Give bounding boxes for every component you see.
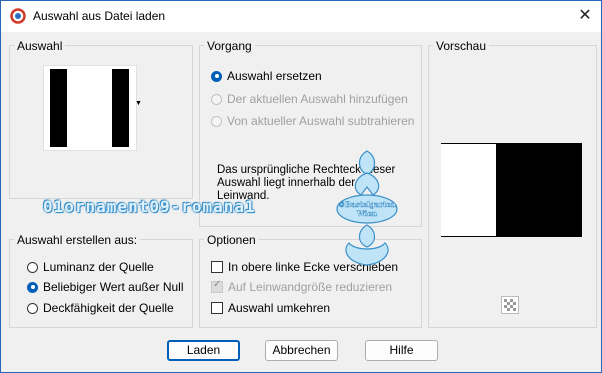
selection-thumbnail[interactable] — [43, 65, 137, 151]
optionen-group-label: Optionen — [204, 233, 259, 247]
auswahl-group: Auswahl ▼ — [9, 39, 193, 199]
check-move-top-left-box[interactable] — [211, 261, 223, 273]
radio-opacity-label: Deckfähigkeit der Quelle — [43, 301, 174, 315]
window-title: Auswahl aus Datei laden — [33, 9, 166, 23]
close-icon[interactable]: ✕ — [573, 4, 597, 28]
radio-luminance-label: Luminanz der Quelle — [43, 260, 154, 274]
check-reduce-canvas-box[interactable] — [211, 279, 223, 293]
radio-subtract-selection[interactable]: Von aktueller Auswahl subtrahieren — [211, 112, 414, 130]
radio-nonzero-indicator[interactable] — [27, 281, 38, 293]
radio-replace-indicator[interactable] — [211, 70, 222, 82]
radio-add-selection[interactable]: Der aktuellen Auswahl hinzufügen — [211, 90, 408, 108]
check-reduce-canvas-label: Auf Leinwandgröße reduzieren — [228, 280, 393, 294]
radio-opacity[interactable]: Deckfähigkeit der Quelle — [27, 299, 174, 317]
preview-canvas — [441, 143, 582, 237]
check-invert-box[interactable] — [211, 302, 223, 314]
app-logo-icon — [10, 8, 26, 24]
radio-nonzero[interactable]: Beliebiger Wert außer Null — [27, 278, 184, 296]
dialog-window: Auswahl aus Datei laden ✕ Auswahl ▼ Vorg… — [0, 0, 602, 373]
thumbnail-dropdown-arrow-icon[interactable]: ▼ — [135, 100, 143, 107]
radio-opacity-indicator[interactable] — [27, 302, 38, 314]
thumbnail-bar-right — [112, 69, 129, 147]
auswahl-group-label: Auswahl — [14, 39, 66, 53]
radio-subtract-label: Von aktueller Auswahl subtrahieren — [227, 114, 415, 128]
vorgang-group-label: Vorgang — [204, 39, 255, 53]
help-button[interactable]: Hilfe — [365, 340, 438, 361]
erstellen-group: Auswahl erstellen aus: Luminanz der Quel… — [9, 233, 193, 328]
title-bar: Auswahl aus Datei laden ✕ — [1, 1, 601, 32]
radio-subtract-indicator[interactable] — [211, 115, 222, 127]
watermark-logo-line-1: ©Bastelgarten — [338, 200, 396, 209]
vorschau-group-label: Vorschau — [433, 39, 490, 53]
check-invert-label: Auswahl umkehren — [228, 301, 331, 315]
radio-luminance[interactable]: Luminanz der Quelle — [27, 258, 154, 276]
preview-white-area — [441, 144, 496, 236]
watermark-logo: ©Bastelgarten Wien — [336, 150, 398, 266]
cancel-button[interactable]: Abbrechen — [265, 340, 338, 361]
check-invert[interactable]: Auswahl umkehren — [211, 299, 330, 317]
radio-luminance-indicator[interactable] — [27, 261, 38, 273]
radio-replace-selection[interactable]: Auswahl ersetzen — [211, 67, 322, 85]
watermark-logo-line-2: Wien — [356, 209, 377, 218]
radio-add-label: Der aktuellen Auswahl hinzufügen — [227, 92, 408, 106]
load-button[interactable]: Laden — [167, 340, 240, 361]
transparency-toggle-icon[interactable] — [501, 296, 519, 314]
check-reduce-canvas[interactable]: Auf Leinwandgröße reduzieren — [211, 278, 392, 296]
watermark-text: 01ornament09-romana1 — [43, 197, 256, 216]
radio-replace-label: Auswahl ersetzen — [227, 69, 322, 83]
thumbnail-bar-left — [50, 69, 67, 147]
radio-nonzero-label: Beliebiger Wert außer Null — [43, 280, 184, 294]
erstellen-group-label: Auswahl erstellen aus: — [14, 233, 141, 247]
vorschau-group: Vorschau — [428, 39, 597, 328]
radio-add-indicator[interactable] — [211, 93, 222, 105]
